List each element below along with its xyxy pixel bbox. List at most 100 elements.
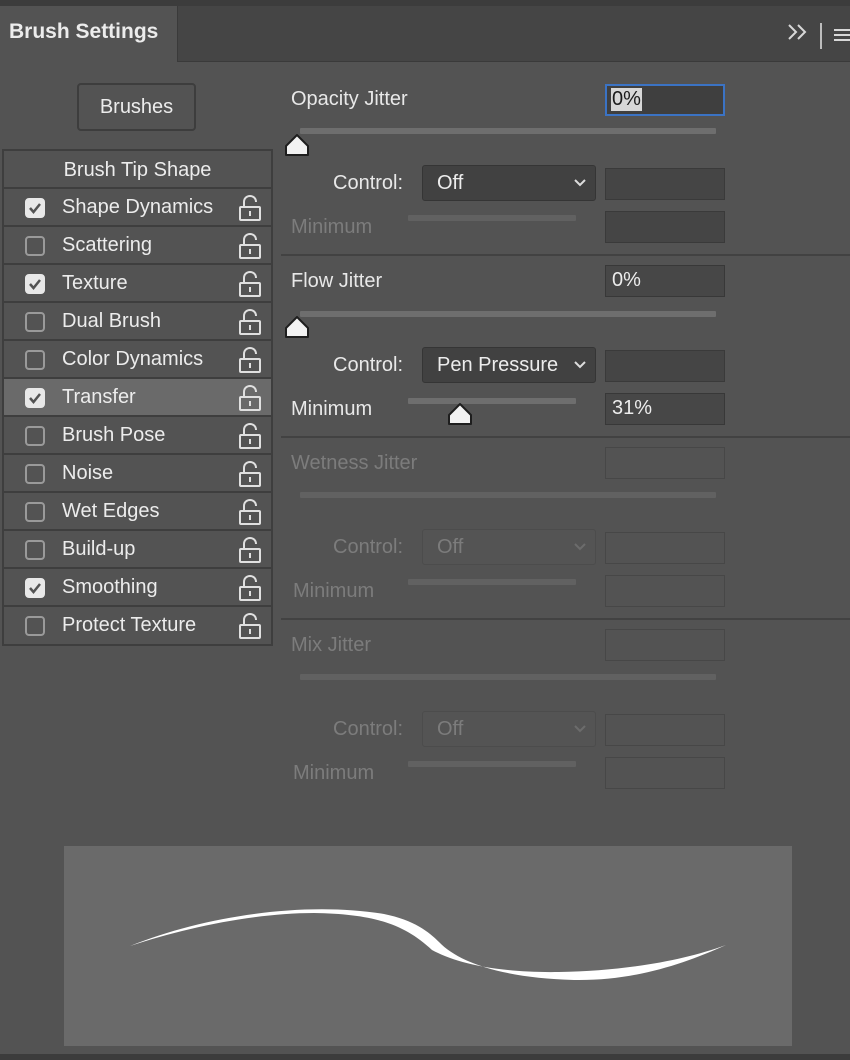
brush-options-list: Brush Tip Shape Shape Dynamics Scattering…: [2, 149, 273, 646]
flow-jitter-field[interactable]: 0%: [605, 265, 725, 297]
option-item-brush-pose[interactable]: Brush Pose: [4, 417, 271, 455]
flow-control-select[interactable]: Pen Pressure: [422, 347, 596, 383]
opacity-jitter-label: Opacity Jitter: [291, 88, 408, 110]
option-checkbox[interactable]: [25, 540, 45, 560]
option-label: Scattering: [62, 234, 153, 256]
wetness-minimum-field: [605, 575, 725, 607]
panel-menu-icon[interactable]: [832, 23, 850, 47]
option-checkbox[interactable]: [25, 616, 45, 636]
unlock-icon[interactable]: [237, 574, 263, 602]
opacity-jitter-slider-thumb[interactable]: [284, 133, 310, 157]
tab-brush-settings[interactable]: Brush Settings: [0, 6, 178, 62]
mix-jitter-field: [605, 629, 725, 661]
mix-control-label: Control:: [333, 718, 404, 740]
option-item-scattering[interactable]: Scattering: [4, 227, 271, 265]
option-checkbox[interactable]: [25, 198, 45, 218]
option-checkbox[interactable]: [25, 578, 45, 598]
section-divider: [281, 254, 850, 256]
flow-jitter-label: Flow Jitter: [291, 270, 383, 292]
unlock-icon[interactable]: [237, 384, 263, 412]
wetness-jitter-slider: [300, 492, 716, 498]
mix-jitter-label: Mix Jitter: [291, 634, 371, 656]
unlock-icon[interactable]: [237, 270, 263, 298]
unlock-icon[interactable]: [237, 194, 263, 222]
flow-minimum-value: 31%: [612, 397, 653, 419]
collapse-panel-icon[interactable]: [786, 20, 810, 44]
wetness-minimum-slider: [408, 579, 576, 585]
brush-tip-shape-item[interactable]: Brush Tip Shape: [4, 151, 271, 189]
tab-bar-separator: [820, 23, 822, 49]
chevron-down-icon: [574, 361, 586, 369]
option-label: Wet Edges: [62, 500, 160, 522]
mix-minimum-field: [605, 757, 725, 789]
flow-minimum-slider[interactable]: [408, 398, 576, 404]
wetness-control-label: Control:: [333, 536, 404, 558]
option-label: Dual Brush: [62, 310, 161, 332]
unlock-icon[interactable]: [237, 308, 263, 336]
brushes-button[interactable]: Brushes: [77, 83, 196, 131]
section-divider: [281, 436, 850, 438]
option-item-texture[interactable]: Texture: [4, 265, 271, 303]
option-checkbox[interactable]: [25, 236, 45, 256]
option-item-shape-dynamics[interactable]: Shape Dynamics: [4, 189, 271, 227]
chevron-down-icon: [574, 543, 586, 551]
wetness-control-value: Off: [437, 536, 464, 558]
opacity-control-select[interactable]: Off: [422, 165, 596, 201]
unlock-icon[interactable]: [237, 612, 263, 640]
unlock-icon[interactable]: [237, 498, 263, 526]
option-item-protect-texture[interactable]: Protect Texture: [4, 607, 271, 645]
flow-minimum-slider-thumb[interactable]: [447, 402, 473, 426]
option-label: Smoothing: [62, 576, 158, 598]
flow-jitter-slider-thumb[interactable]: [284, 315, 310, 339]
option-item-noise[interactable]: Noise: [4, 455, 271, 493]
opacity-minimum-slider: [408, 215, 576, 221]
option-label: Brush Pose: [62, 424, 166, 446]
opacity-jitter-slider[interactable]: [300, 128, 716, 134]
option-item-smoothing[interactable]: Smoothing: [4, 569, 271, 607]
brush-stroke-graphic: [130, 909, 726, 981]
option-checkbox[interactable]: [25, 350, 45, 370]
brush-stroke-preview: [64, 846, 792, 1046]
opacity-jitter-field[interactable]: 0%: [605, 84, 725, 116]
unlock-icon[interactable]: [237, 232, 263, 260]
chevron-down-icon: [574, 725, 586, 733]
mix-minimum-label: Minimum: [293, 762, 375, 784]
brush-settings-panel: Brush Settings Brushes Brush Tip Shape S…: [0, 0, 850, 1060]
option-item-dual-brush[interactable]: Dual Brush: [4, 303, 271, 341]
option-label: Build-up: [62, 538, 136, 560]
option-checkbox[interactable]: [25, 274, 45, 294]
option-checkbox[interactable]: [25, 388, 45, 408]
option-item-color-dynamics[interactable]: Color Dynamics: [4, 341, 271, 379]
option-label: Texture: [62, 272, 128, 294]
opacity-control-fade-field[interactable]: [605, 168, 725, 200]
option-checkbox[interactable]: [25, 502, 45, 522]
option-item-transfer[interactable]: Transfer: [4, 379, 271, 417]
option-label: Noise: [62, 462, 114, 484]
option-label: Protect Texture: [62, 614, 197, 636]
opacity-minimum-label: Minimum: [291, 216, 373, 238]
option-checkbox[interactable]: [25, 464, 45, 484]
option-checkbox[interactable]: [25, 426, 45, 446]
mix-jitter-slider: [300, 674, 716, 680]
mix-control-fade-field: [605, 714, 725, 746]
flow-jitter-slider[interactable]: [300, 311, 716, 317]
flow-control-label: Control:: [333, 354, 404, 376]
wetness-control-select: Off: [422, 529, 596, 565]
flow-control-fade-field[interactable]: [605, 350, 725, 382]
unlock-icon[interactable]: [237, 460, 263, 488]
flow-minimum-field[interactable]: 31%: [605, 393, 725, 425]
opacity-control-label: Control:: [333, 172, 404, 194]
panel-title: Brush Settings: [9, 20, 159, 43]
option-item-wet-edges[interactable]: Wet Edges: [4, 493, 271, 531]
option-label: Color Dynamics: [62, 348, 204, 370]
wetness-control-fade-field: [605, 532, 725, 564]
option-item-build-up[interactable]: Build-up: [4, 531, 271, 569]
wetness-jitter-label: Wetness Jitter: [291, 452, 418, 474]
unlock-icon[interactable]: [237, 422, 263, 450]
panel-tab-bar: Brush Settings: [0, 6, 850, 62]
option-checkbox[interactable]: [25, 312, 45, 332]
unlock-icon[interactable]: [237, 346, 263, 374]
opacity-control-value: Off: [437, 172, 464, 194]
unlock-icon[interactable]: [237, 536, 263, 564]
wetness-minimum-label: Minimum: [293, 580, 375, 602]
